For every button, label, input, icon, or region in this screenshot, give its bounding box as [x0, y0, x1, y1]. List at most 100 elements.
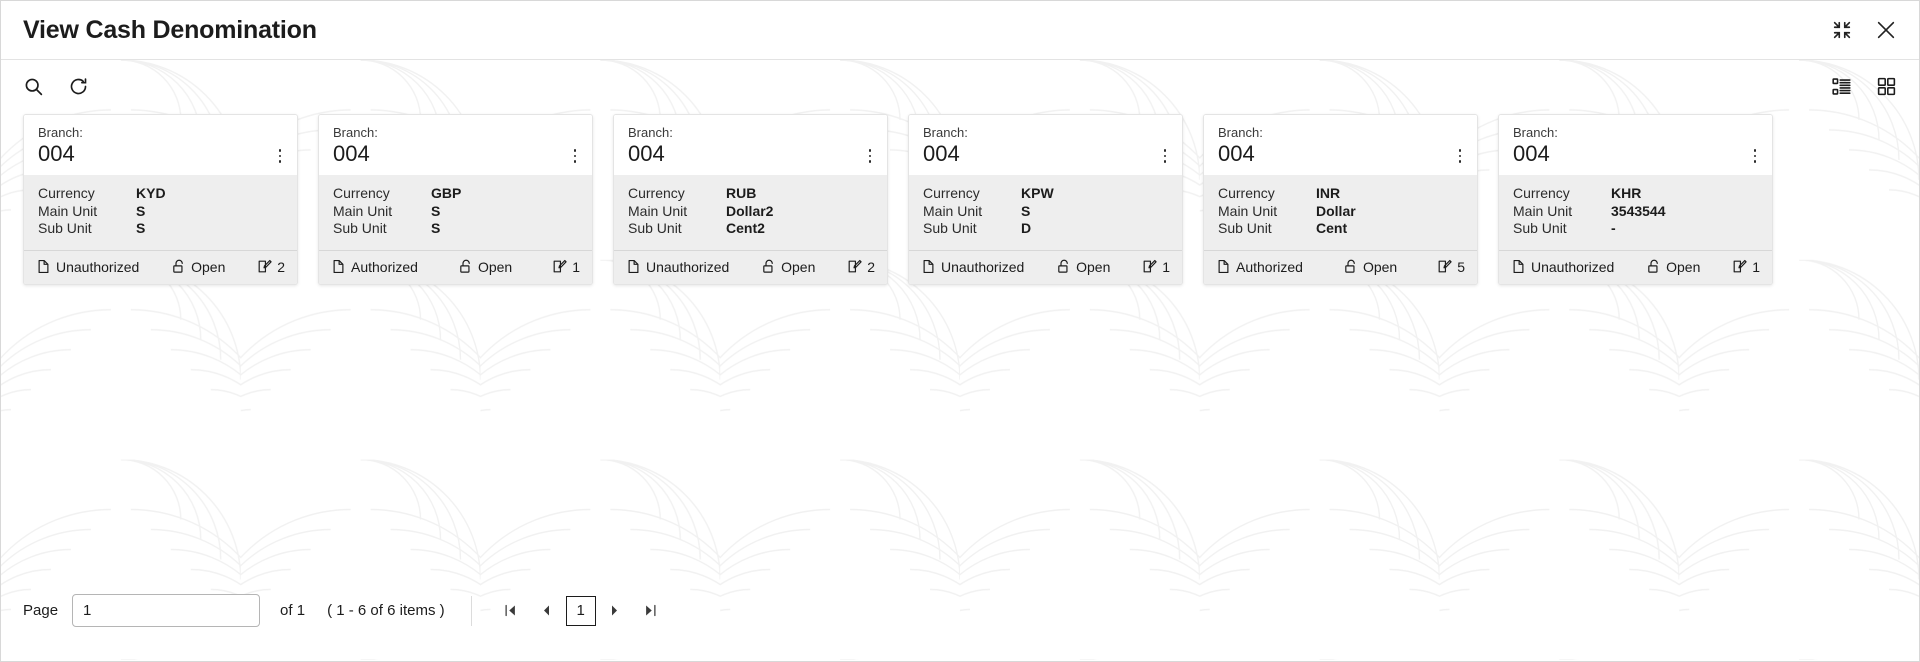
denomination-card[interactable]: Branch: 004 Currency KPW Main Unit S Sub…: [908, 114, 1183, 285]
currency-label: Currency: [1513, 185, 1570, 201]
current-page-button[interactable]: 1: [565, 595, 596, 626]
currency-row: Currency KHR: [1513, 185, 1758, 203]
edit-count-text: 1: [1752, 258, 1760, 275]
window-titlebar: View Cash Denomination: [1, 1, 1919, 60]
previous-page-icon: [544, 605, 550, 616]
card-menu-icon[interactable]: [1158, 147, 1172, 165]
main-unit-row: Main Unit 3543544: [1513, 203, 1758, 221]
cash-denomination-card-grid: Branch: 004 Currency KYD Main Unit S Sub…: [1, 104, 1919, 285]
edit-count: 1: [1732, 259, 1760, 275]
lock-text: Open: [1362, 258, 1398, 275]
status-badge: Unauthorized: [626, 259, 729, 275]
document-icon: [628, 259, 639, 274]
main-unit-label: Main Unit: [628, 202, 688, 219]
lock-status: Open: [761, 259, 815, 275]
unlock-icon: [173, 259, 183, 273]
lock-text: Open: [477, 258, 513, 275]
first-page-icon: [505, 604, 515, 617]
last-page-button[interactable]: [634, 596, 668, 626]
search-icon[interactable]: [23, 76, 44, 97]
lock-status: Open: [171, 259, 225, 275]
branch-value: 004: [1513, 141, 1550, 166]
document-icon: [1513, 259, 1524, 274]
branch-label: Branch:: [333, 125, 378, 140]
currency-label: Currency: [333, 185, 390, 201]
card-details: Currency KYD Main Unit S Sub Unit S: [24, 175, 297, 250]
card-footer: Unauthorized Open 2: [614, 249, 887, 284]
card-menu-icon[interactable]: [1453, 147, 1467, 165]
sub-unit-row: Sub Unit D: [923, 220, 1168, 238]
card-header: Branch: 004: [614, 115, 887, 175]
card-header: Branch: 004: [1499, 115, 1772, 175]
page-input[interactable]: [72, 594, 261, 627]
collapse-icon[interactable]: [1831, 19, 1853, 41]
currency-row: Currency GBP: [333, 185, 578, 203]
lock-text: Open: [191, 258, 226, 275]
grid-view-icon[interactable]: [1876, 76, 1897, 97]
card-menu-icon[interactable]: [273, 147, 287, 165]
main-unit-value: S: [431, 202, 441, 219]
card-menu-icon[interactable]: [863, 147, 877, 165]
list-view-icon[interactable]: [1831, 76, 1852, 97]
card-header: Branch: 004: [909, 115, 1182, 175]
branch-value: 004: [923, 141, 960, 166]
pager-controls: 1: [470, 595, 668, 626]
currency-row: Currency KYD: [38, 185, 283, 203]
main-unit-row: Main Unit S: [38, 203, 283, 221]
unlock-icon: [763, 259, 773, 273]
status-text: Authorized: [1236, 258, 1303, 275]
pagination-bar: Page of 1 ( 1 - 6 of 6 items ) 1: [1, 594, 1919, 627]
currency-value: KYD: [136, 185, 166, 201]
currency-value: KHR: [1611, 185, 1642, 201]
edit-count: 1: [552, 259, 580, 275]
page-label: Page: [23, 602, 59, 619]
denomination-card[interactable]: Branch: 004 Currency GBP Main Unit S Sub…: [318, 114, 593, 285]
sub-unit-label: Sub Unit: [1513, 220, 1567, 236]
main-unit-label: Main Unit: [1218, 202, 1278, 219]
lock-text: Open: [1666, 258, 1701, 275]
page-total-text: of 1: [280, 602, 306, 619]
edit-count-text: 2: [277, 258, 285, 275]
page-title: View Cash Denomination: [23, 15, 317, 44]
sub-unit-label: Sub Unit: [333, 220, 387, 236]
sub-unit-value: Cent: [1316, 220, 1348, 236]
card-details: Currency KPW Main Unit S Sub Unit D: [909, 175, 1182, 250]
close-icon[interactable]: [1875, 19, 1897, 41]
currency-value: RUB: [726, 185, 757, 201]
card-menu-icon[interactable]: [1748, 147, 1762, 165]
refresh-icon[interactable]: [68, 76, 89, 97]
denomination-card[interactable]: Branch: 004 Currency KYD Main Unit S Sub…: [23, 114, 298, 285]
card-footer: Unauthorized Open 1: [909, 249, 1182, 284]
main-unit-label: Main Unit: [333, 202, 393, 219]
sub-unit-row: Sub Unit Cent: [1218, 220, 1463, 238]
currency-label: Currency: [923, 185, 980, 201]
edit-count-text: 5: [1457, 258, 1465, 275]
view-cash-denomination-window: View Cash Denomination Branch: 004 Curre…: [0, 0, 1920, 662]
main-unit-label: Main Unit: [38, 202, 98, 219]
edit-icon: [848, 259, 862, 273]
denomination-card[interactable]: Branch: 004 Currency RUB Main Unit Dolla…: [613, 114, 888, 285]
edit-count: 2: [257, 259, 285, 275]
lock-status: Open: [1343, 259, 1397, 275]
currency-value: INR: [1316, 185, 1341, 201]
denomination-card[interactable]: Branch: 004 Currency KHR Main Unit 35435…: [1498, 114, 1773, 285]
item-range-text: ( 1 - 6 of 6 items ): [327, 602, 445, 619]
unlock-icon: [1345, 259, 1355, 273]
sub-unit-label: Sub Unit: [1218, 220, 1272, 236]
lock-text: Open: [1076, 258, 1111, 275]
first-page-button[interactable]: [494, 596, 528, 626]
edit-icon: [1143, 259, 1157, 273]
lock-status: Open: [1056, 259, 1110, 275]
next-page-button[interactable]: [598, 596, 632, 626]
denomination-card[interactable]: Branch: 004 Currency INR Main Unit Dolla…: [1203, 114, 1478, 285]
card-details: Currency RUB Main Unit Dollar2 Sub Unit …: [614, 175, 887, 250]
card-menu-icon[interactable]: [568, 147, 582, 165]
branch-label: Branch:: [628, 125, 673, 140]
status-badge: Unauthorized: [36, 259, 139, 275]
currency-label: Currency: [38, 185, 95, 201]
previous-page-button[interactable]: [530, 596, 564, 626]
status-text: Unauthorized: [646, 258, 730, 275]
main-unit-value: Dollar2: [726, 202, 774, 219]
edit-count: 5: [1437, 259, 1465, 275]
sub-unit-label: Sub Unit: [38, 220, 92, 236]
